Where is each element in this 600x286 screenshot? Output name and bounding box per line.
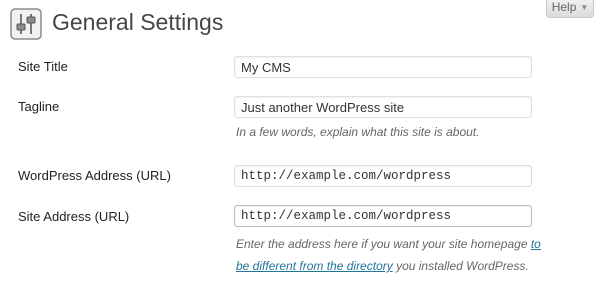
site-title-label: Site Title: [18, 59, 68, 74]
site-address-input[interactable]: [234, 205, 532, 227]
tagline-input[interactable]: [234, 96, 532, 118]
help-button[interactable]: Help ▼: [546, 0, 594, 18]
wordpress-address-label: WordPress Address (URL): [18, 168, 171, 183]
caret-down-icon: ▼: [580, 2, 589, 12]
site-address-description-before: Enter the address here if you want your …: [236, 237, 531, 251]
page-title: General Settings: [52, 9, 224, 35]
site-address-description: Enter the address here if you want your …: [236, 233, 556, 277]
tagline-description: In a few words, explain what this site i…: [236, 125, 480, 139]
settings-sliders-icon: [10, 8, 42, 40]
site-address-description-after: you installed WordPress.: [392, 259, 529, 273]
help-label: Help: [551, 0, 577, 14]
site-title-input[interactable]: [234, 56, 532, 78]
wordpress-address-input[interactable]: [234, 165, 532, 187]
site-address-label: Site Address (URL): [18, 209, 130, 224]
tagline-label: Tagline: [18, 99, 60, 114]
